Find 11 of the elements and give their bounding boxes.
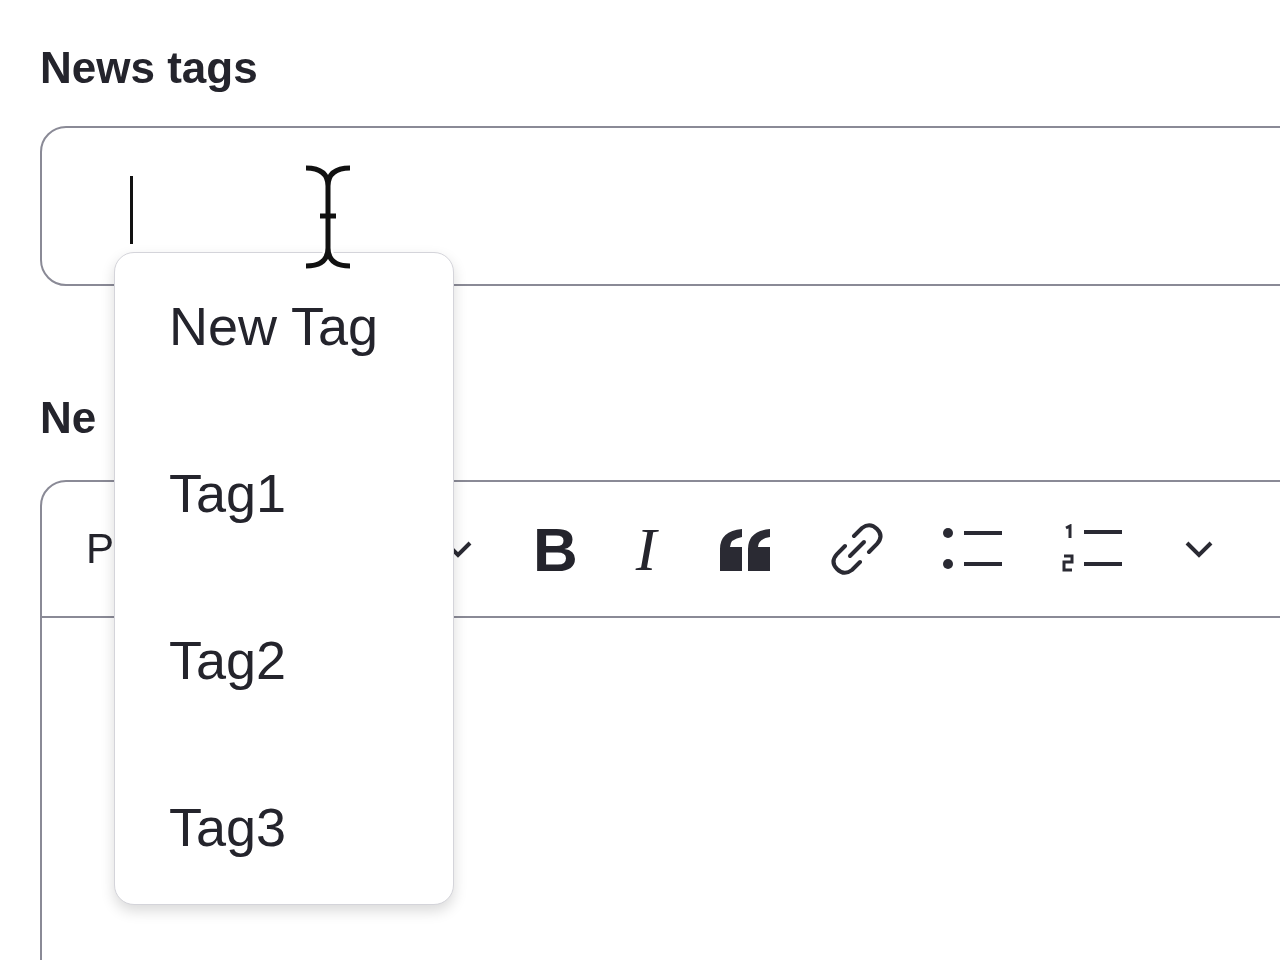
quote-icon[interactable]	[718, 527, 773, 571]
link-icon[interactable]	[830, 522, 885, 576]
bold-button[interactable]: B	[533, 513, 578, 585]
field-label: News tags	[40, 42, 258, 94]
dropdown-item[interactable]: New Tag	[115, 293, 453, 359]
numbered-list-icon[interactable]	[1062, 524, 1125, 574]
dropdown-item[interactable]: Tag2	[115, 627, 453, 693]
dropdown-item[interactable]: Tag3	[115, 794, 453, 884]
italic-button[interactable]: I	[635, 513, 657, 585]
bulleted-list-icon[interactable]	[942, 526, 1005, 572]
field-label: Ne	[40, 392, 97, 444]
